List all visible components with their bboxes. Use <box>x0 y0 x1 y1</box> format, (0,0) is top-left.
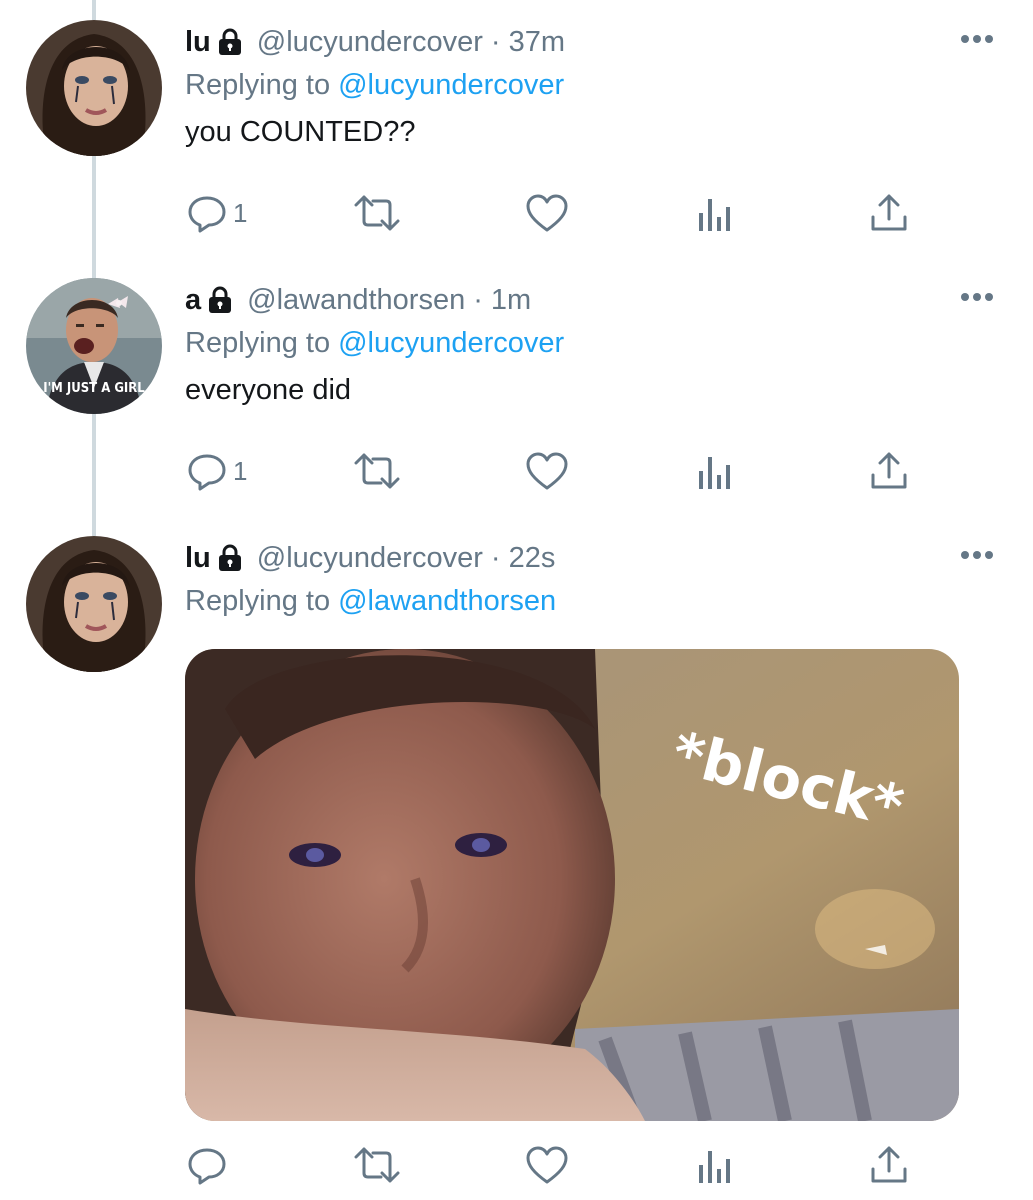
action-bar: 1 <box>185 188 925 238</box>
replying-to: Replying to @lucyundercover <box>185 322 993 364</box>
analytics-icon <box>699 457 730 489</box>
action-bar <box>185 1140 925 1190</box>
share-button[interactable] <box>869 446 909 496</box>
analytics-icon <box>699 199 730 231</box>
tweet-text: you COUNTED?? <box>185 116 416 148</box>
replying-to-label: Replying to <box>185 326 331 359</box>
action-bar: 1 <box>185 446 925 496</box>
thread-line <box>92 0 96 20</box>
like-icon <box>526 1146 568 1184</box>
lock-icon <box>217 544 243 572</box>
reply-button[interactable]: 1 <box>187 188 247 238</box>
reply-button[interactable] <box>187 1140 227 1190</box>
reply-icon <box>188 454 226 491</box>
replying-to-label: Replying to <box>185 584 331 617</box>
avatar[interactable]: I'M JUST A GIRL <box>26 278 162 414</box>
lock-icon <box>207 286 233 314</box>
replying-to-link[interactable]: @lucyundercover <box>338 69 564 102</box>
analytics-button[interactable] <box>697 1140 733 1190</box>
analytics-button[interactable] <box>697 446 733 496</box>
display-name[interactable]: lu <box>185 26 211 59</box>
retweet-icon <box>354 195 400 231</box>
replying-to: Replying to @lawandthorsen <box>185 580 993 622</box>
tweet-content: a @lawandthorsen · 1m Replying to @lucyu… <box>185 278 993 407</box>
tweet-text: everyone did <box>185 374 352 406</box>
analytics-button[interactable] <box>697 188 733 238</box>
avatar-caption: I'M JUST A GIRL <box>43 381 145 396</box>
handle[interactable]: @lucyundercover <box>257 542 483 575</box>
share-button[interactable] <box>869 188 909 238</box>
more-icon[interactable] <box>959 290 995 302</box>
avatar[interactable] <box>26 20 162 156</box>
separator-dot: · <box>490 541 501 574</box>
retweet-button[interactable] <box>353 1140 401 1190</box>
replying-to-link[interactable]: @lucyundercover <box>338 327 564 360</box>
retweet-button[interactable] <box>353 446 401 496</box>
handle[interactable]: @lawandthorsen <box>247 284 465 317</box>
share-icon <box>871 194 907 231</box>
share-icon <box>871 452 907 489</box>
reply-button[interactable]: 1 <box>187 446 247 496</box>
like-button[interactable] <box>525 446 569 496</box>
like-icon <box>526 452 568 490</box>
like-button[interactable] <box>525 1140 569 1190</box>
display-name[interactable]: lu <box>185 542 211 575</box>
retweet-icon <box>354 453 400 489</box>
separator-dot: · <box>490 25 501 58</box>
timestamp[interactable]: 22s <box>509 542 556 575</box>
tweet[interactable]: I'M JUST A GIRL a @lawandthorsen · 1m Re… <box>0 278 1033 518</box>
tweet-header: lu @lucyundercover · 22s <box>185 536 993 580</box>
display-name[interactable]: a <box>185 284 201 317</box>
replying-to-label: Replying to <box>185 68 331 101</box>
reply-icon <box>188 1148 226 1185</box>
tweet-header: a @lawandthorsen · 1m <box>185 278 993 322</box>
lock-icon <box>217 28 243 56</box>
tweet-content: lu @lucyundercover · 37m Replying to @lu… <box>185 20 993 149</box>
replying-to: Replying to @lucyundercover <box>185 64 993 106</box>
like-button[interactable] <box>525 188 569 238</box>
more-icon[interactable] <box>959 32 995 44</box>
tweet-media-image[interactable]: *block* <box>185 649 959 1121</box>
reply-count: 1 <box>233 455 248 486</box>
handle[interactable]: @lucyundercover <box>257 26 483 59</box>
separator-dot: · <box>473 283 483 316</box>
tweet-content: lu @lucyundercover · 22s Replying to @la… <box>185 536 993 622</box>
retweet-icon <box>354 1147 400 1183</box>
more-icon[interactable] <box>959 548 995 560</box>
reply-count: 1 <box>233 197 248 228</box>
timestamp[interactable]: 37m <box>509 26 565 59</box>
share-button[interactable] <box>869 1140 909 1190</box>
tweet[interactable]: lu @lucyundercover · 22s Replying to @la… <box>0 536 1033 1200</box>
tweet[interactable]: lu @lucyundercover · 37m Replying to @lu… <box>0 20 1033 260</box>
tweet-header: lu @lucyundercover · 37m <box>185 20 993 64</box>
like-icon <box>526 194 568 232</box>
avatar[interactable] <box>26 536 162 672</box>
replying-to-link[interactable]: @lawandthorsen <box>338 585 556 618</box>
reply-icon <box>188 196 226 233</box>
timestamp[interactable]: 1m <box>491 284 531 317</box>
analytics-icon <box>699 1151 730 1183</box>
share-icon <box>871 1146 907 1183</box>
retweet-button[interactable] <box>353 188 401 238</box>
